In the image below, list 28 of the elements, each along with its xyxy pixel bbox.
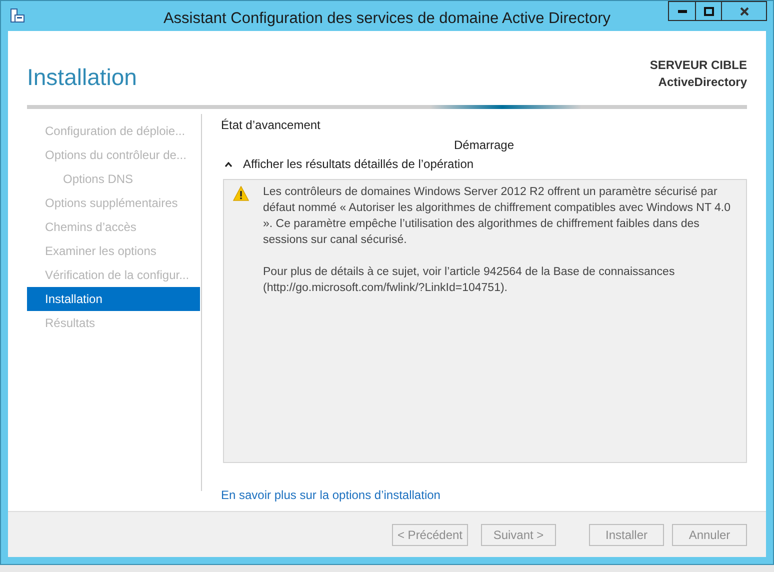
sidebar-item[interactable]: Options DNS	[27, 166, 200, 190]
server-name: ActiveDirectory	[658, 74, 747, 91]
sidebar-item[interactable]: Options du contrôleur de...	[27, 142, 200, 166]
sidebar-item[interactable]: Vérification de la configur...	[27, 262, 200, 286]
warning-icon	[233, 186, 249, 200]
server-app-icon	[9, 8, 25, 24]
page-title: Installation	[27, 63, 137, 92]
sidebar-item[interactable]: Chemins d’accès	[27, 214, 200, 238]
sidebar-item[interactable]: Résultats	[27, 310, 200, 334]
sidebar-item[interactable]: Examiner les options	[27, 238, 200, 262]
maximize-icon	[704, 6, 714, 16]
window-title: Assistant Configuration des services de domaine Active Directory	[162, 9, 612, 29]
close-button[interactable]	[721, 1, 767, 21]
details-toggle[interactable]: Afficher les résultats détaillés de l’opération	[221, 156, 747, 172]
learn-more-link[interactable]: En savoir plus sur la options d’installation	[221, 486, 440, 504]
chevron-up-icon	[225, 162, 232, 166]
server-label: SERVEUR CIBLE	[650, 57, 747, 74]
minimize-icon	[678, 10, 686, 12]
maximize-button[interactable]	[695, 1, 721, 21]
message-text: Pour plus de détails à ce sujet, voir l’article 942564 de la Base de connaissances (http://go.microsoft.com/fwlink/?LinkId=104751).	[263, 264, 676, 296]
sidebar-item[interactable]: Configuration de déploie...	[27, 118, 200, 142]
sidebar-item[interactable]: Options supplémentaires	[27, 190, 200, 214]
progress-label: État d’avancement	[221, 116, 322, 130]
status-text: Démarrage	[452, 136, 516, 150]
close-icon	[740, 6, 748, 16]
message-text: Les contrôleurs de domaines Windows Server 2012 R2 offrent un paramètre sécurisé par défaut nommé « Autoriser les algorithmes de chiffrement compatibles avec Windows NT 4.0 ». Ce paramètre empêche l’utilisation des algorithmes de chiffrement faibles dans des sessions sur canal sécurisé.	[263, 184, 732, 248]
minimize-button[interactable]	[668, 1, 695, 21]
sidebar-item[interactable]: Installation	[27, 286, 200, 310]
